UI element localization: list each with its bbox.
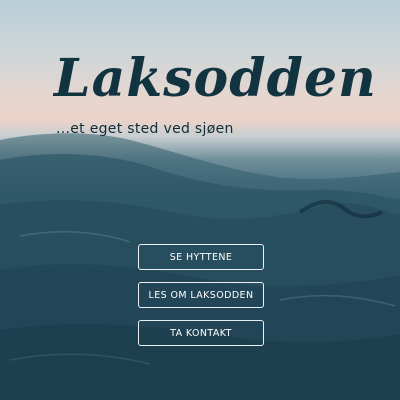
contact-button[interactable]: TA KONTAKT <box>138 320 264 346</box>
read-about-button[interactable]: LES OM LAKSODDEN <box>138 282 264 308</box>
site-title: Laksodden <box>54 48 377 109</box>
hero-buttons: SE HYTTENE LES OM LAKSODDEN TA KONTAKT <box>138 244 264 358</box>
hero-section: Laksodden ...et eget sted ved sjøen SE H… <box>0 0 400 400</box>
site-tagline: ...et eget sted ved sjøen <box>56 121 234 137</box>
see-cabins-button[interactable]: SE HYTTENE <box>138 244 264 270</box>
